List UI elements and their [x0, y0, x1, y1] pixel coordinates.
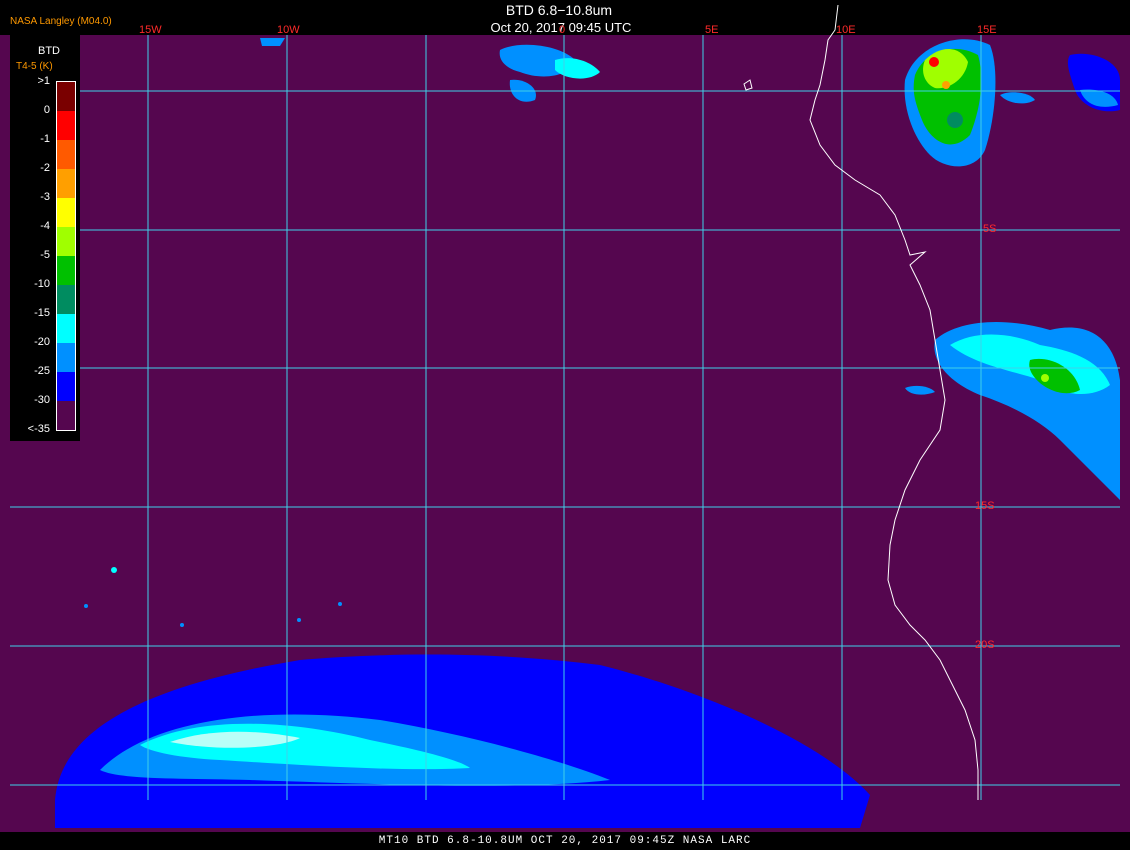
satellite-map	[0, 4, 1130, 850]
legend-tick: -4	[40, 220, 50, 232]
legend-color-bar	[56, 81, 76, 431]
legend-swatch	[57, 343, 75, 372]
legend-tick: -1	[40, 133, 50, 145]
legend-tick: -30	[34, 394, 50, 406]
legend-swatch	[57, 285, 75, 314]
lon-label-15w: 15W	[139, 24, 162, 36]
legend-tick: -3	[40, 191, 50, 203]
legend-swatch	[57, 227, 75, 256]
lat-label-20s: 20S	[975, 639, 995, 651]
legend-tick: >1	[37, 75, 50, 87]
legend-tick: <-35	[27, 423, 50, 435]
legend-tick: -25	[34, 365, 50, 377]
lon-label-10e: 10E	[836, 24, 856, 36]
legend-swatch	[57, 372, 75, 401]
legend-swatch	[57, 198, 75, 227]
footer-caption: MT10 BTD 6.8-10.8UM OCT 20, 2017 09:45Z …	[378, 835, 752, 847]
lon-label-5e: 5E	[705, 24, 719, 36]
legend-tick: -5	[40, 249, 50, 261]
legend-swatch	[57, 111, 75, 140]
lon-label-0: 0	[559, 24, 566, 36]
legend-title: BTD	[38, 45, 60, 57]
legend-tick: -2	[40, 162, 50, 174]
legend-tick: -10	[34, 278, 50, 290]
legend-swatch	[57, 140, 75, 169]
legend-swatch	[57, 82, 75, 111]
legend-swatch	[57, 314, 75, 343]
lon-label-10w: 10W	[277, 24, 300, 36]
producer-label: NASA Langley (M04.0)	[10, 16, 112, 27]
legend-tick: -20	[34, 336, 50, 348]
legend-swatch	[57, 256, 75, 285]
legend-swatch	[57, 169, 75, 198]
color-legend: BTD T4-5 (K) >1 0 -1 -2 -3 -4 -5 -10 -15…	[10, 35, 80, 441]
legend-tick: 0	[43, 104, 50, 116]
legend-swatch	[57, 401, 75, 430]
legend-tick: -15	[34, 307, 50, 319]
legend-units: T4-5 (K)	[16, 61, 53, 72]
lat-label-15s: 15S	[975, 500, 995, 512]
lon-label-15e: 15E	[977, 24, 997, 36]
lat-label-5s: 5S	[983, 223, 997, 235]
